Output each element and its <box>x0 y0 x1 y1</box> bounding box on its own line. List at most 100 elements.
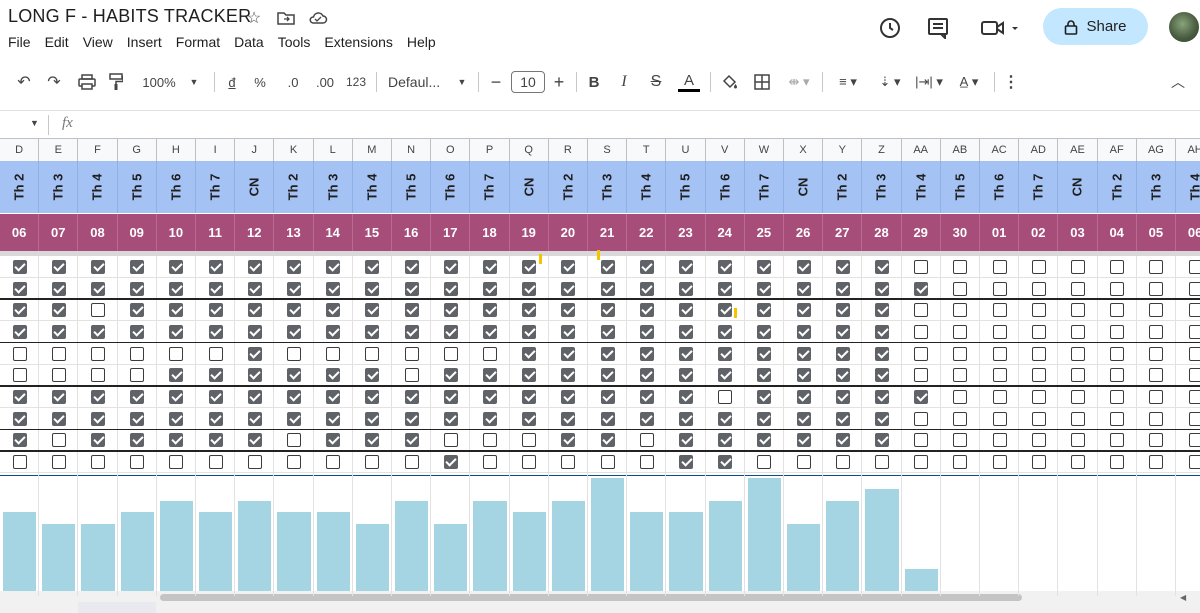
checkbox-checked[interactable] <box>561 324 576 339</box>
checkbox-unchecked[interactable] <box>91 346 105 361</box>
checkbox-unchecked[interactable] <box>953 433 968 448</box>
checkbox-checked[interactable] <box>600 368 615 383</box>
checkbox-checked[interactable] <box>522 303 537 318</box>
checkbox-unchecked[interactable] <box>914 455 929 470</box>
weekday-cell[interactable]: CN <box>235 161 275 213</box>
checkbox-unchecked[interactable] <box>1110 368 1125 383</box>
checkbox-unchecked[interactable] <box>1149 411 1164 426</box>
checkbox-unchecked[interactable] <box>51 455 66 470</box>
checkbox-checked[interactable] <box>914 390 929 405</box>
checkbox-checked[interactable] <box>796 411 811 426</box>
cloud-saved-icon[interactable] <box>308 8 328 28</box>
checkbox-checked[interactable] <box>208 368 223 383</box>
checkbox-checked[interactable] <box>875 368 889 383</box>
checkbox-checked[interactable] <box>757 390 772 405</box>
checkbox-unchecked[interactable] <box>130 346 145 361</box>
weekday-cell[interactable]: Th 4 <box>353 161 392 213</box>
checkbox-checked[interactable] <box>796 281 811 296</box>
checkbox-unchecked[interactable] <box>1188 390 1200 405</box>
checkbox-unchecked[interactable] <box>1071 324 1085 339</box>
checkbox-checked[interactable] <box>600 346 615 361</box>
checkbox-checked[interactable] <box>130 390 145 405</box>
checkbox-unchecked[interactable] <box>1071 455 1085 470</box>
date-cell[interactable]: 23 <box>666 214 706 251</box>
checkbox-unchecked[interactable] <box>12 346 27 361</box>
checkbox-unchecked[interactable] <box>1031 281 1046 296</box>
weekday-cell[interactable]: Th 5 <box>941 161 980 213</box>
increase-font-size-icon[interactable]: + <box>551 72 567 92</box>
share-button[interactable]: Share <box>1043 8 1148 45</box>
checkbox-checked[interactable] <box>679 455 693 470</box>
checkbox-checked[interactable] <box>130 259 145 274</box>
checkbox-unchecked[interactable] <box>718 390 733 405</box>
checkbox-checked[interactable] <box>443 259 458 274</box>
checkbox-unchecked[interactable] <box>91 303 105 318</box>
checkbox-checked[interactable] <box>247 324 262 339</box>
checkbox-unchecked[interactable] <box>1031 455 1046 470</box>
checkbox-checked[interactable] <box>483 368 497 383</box>
checkbox-checked[interactable] <box>287 303 301 318</box>
date-cell[interactable]: 05 <box>1137 214 1176 251</box>
checkbox-checked[interactable] <box>718 281 733 296</box>
checkbox-unchecked[interactable] <box>1071 390 1085 405</box>
checkbox-checked[interactable] <box>404 259 419 274</box>
checkbox-checked[interactable] <box>483 324 497 339</box>
column-header[interactable]: R <box>549 139 588 161</box>
checkbox-unchecked[interactable] <box>1188 411 1200 426</box>
column-header[interactable]: D <box>0 139 40 161</box>
checkbox-unchecked[interactable] <box>483 433 497 448</box>
checkbox-checked[interactable] <box>639 346 654 361</box>
checkbox-checked[interactable] <box>796 368 811 383</box>
checkbox-checked[interactable] <box>522 259 537 274</box>
checkbox-unchecked[interactable] <box>287 455 301 470</box>
weekday-cell[interactable]: Th 2 <box>0 161 40 213</box>
meet-icon[interactable] <box>976 12 1024 44</box>
checkbox-checked[interactable] <box>483 259 497 274</box>
checkbox-checked[interactable] <box>12 324 27 339</box>
checkbox-checked[interactable] <box>326 411 341 426</box>
checkbox-checked[interactable] <box>757 324 772 339</box>
checkbox-checked[interactable] <box>561 411 576 426</box>
checkbox-unchecked[interactable] <box>12 455 27 470</box>
checkbox-checked[interactable] <box>757 303 772 318</box>
weekday-cell[interactable]: Th 3 <box>1137 161 1176 213</box>
checkbox-checked[interactable] <box>639 368 654 383</box>
checkbox-unchecked[interactable] <box>1188 346 1200 361</box>
checkbox-checked[interactable] <box>404 303 419 318</box>
bold-button[interactable]: B <box>586 72 602 92</box>
checkbox-unchecked[interactable] <box>914 368 929 383</box>
checkbox-unchecked[interactable] <box>404 368 419 383</box>
checkbox-checked[interactable] <box>326 303 341 318</box>
column-header[interactable]: V <box>706 139 745 161</box>
checkbox-checked[interactable] <box>679 281 693 296</box>
menu-edit[interactable]: Edit <box>45 34 69 50</box>
checkbox-unchecked[interactable] <box>51 433 66 448</box>
checkbox-unchecked[interactable] <box>1188 303 1200 318</box>
checkbox-checked[interactable] <box>51 259 66 274</box>
column-header[interactable]: AA <box>902 139 941 161</box>
checkbox-unchecked[interactable] <box>1071 411 1085 426</box>
star-icon[interactable]: ☆ <box>244 8 264 28</box>
checkbox-checked[interactable] <box>639 411 654 426</box>
weekday-cell[interactable]: Th 3 <box>314 161 353 213</box>
checkbox-checked[interactable] <box>522 281 537 296</box>
weekday-cell[interactable]: CN <box>784 161 824 213</box>
column-header[interactable]: S <box>588 139 628 161</box>
checkbox-checked[interactable] <box>875 390 889 405</box>
checkbox-unchecked[interactable] <box>1110 433 1125 448</box>
checkbox-checked[interactable] <box>561 303 576 318</box>
date-cell[interactable]: 22 <box>627 214 667 251</box>
checkbox-checked[interactable] <box>522 390 537 405</box>
checkbox-checked[interactable] <box>247 259 262 274</box>
column-header[interactable]: AC <box>980 139 1020 161</box>
checkbox-checked[interactable] <box>835 303 850 318</box>
checkbox-checked[interactable] <box>600 433 615 448</box>
checkbox-unchecked[interactable] <box>953 303 968 318</box>
date-cell[interactable]: 26 <box>784 214 824 251</box>
checkbox-unchecked[interactable] <box>561 455 576 470</box>
date-cell[interactable]: 12 <box>235 214 275 251</box>
document-title[interactable]: LONG F - HABITS TRACKER <box>8 6 251 27</box>
checkbox-checked[interactable] <box>51 281 66 296</box>
weekday-cell[interactable]: Th 7 <box>1019 161 1059 213</box>
checkbox-checked[interactable] <box>483 281 497 296</box>
